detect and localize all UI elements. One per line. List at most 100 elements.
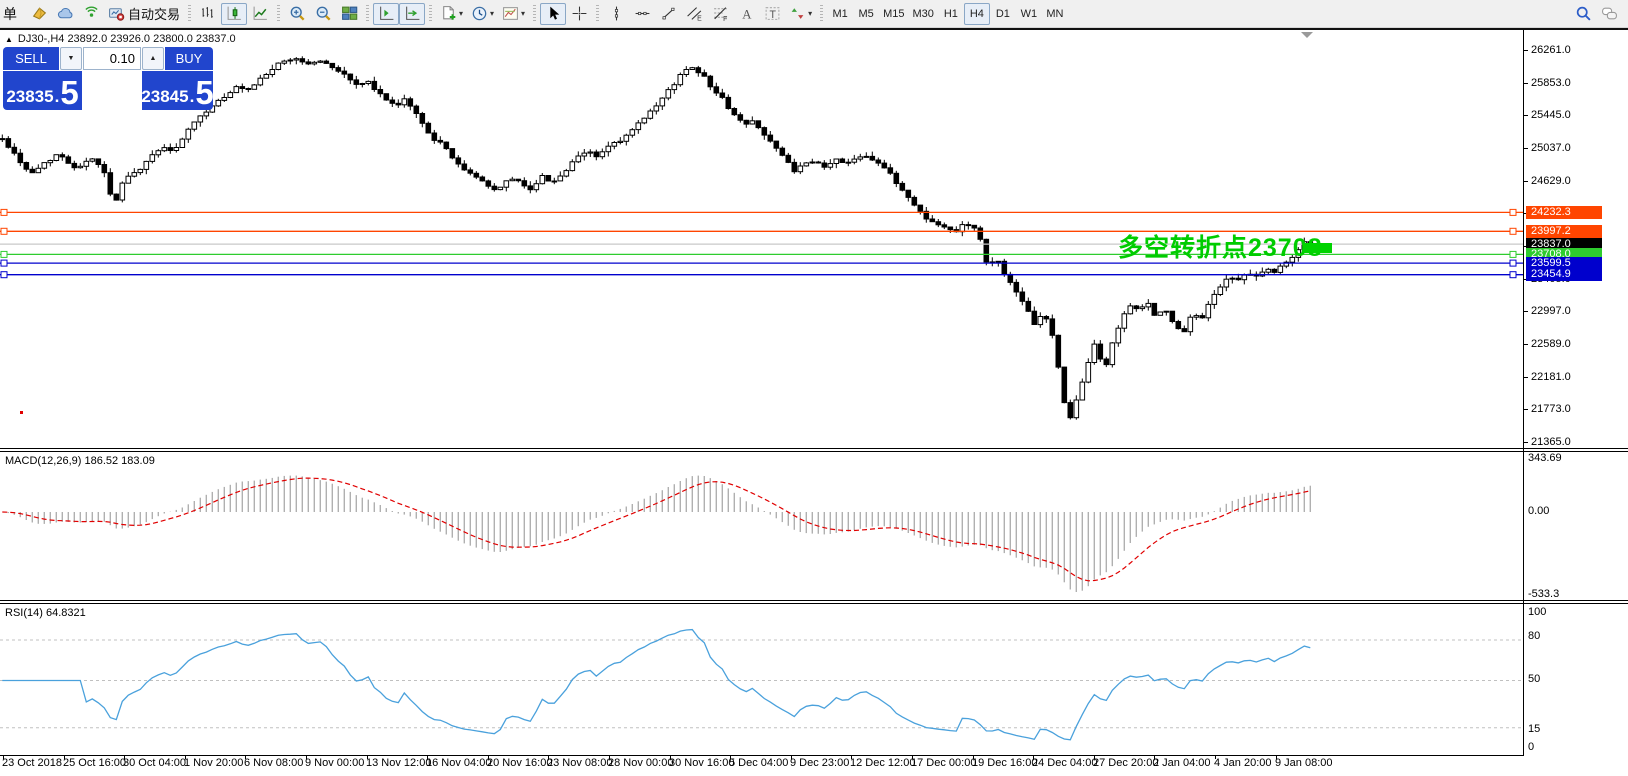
candle-body [174, 148, 179, 151]
line-handle[interactable] [1, 228, 7, 234]
candle-body [168, 148, 173, 151]
text-button[interactable]: A [733, 3, 759, 25]
cursor-button[interactable] [540, 3, 566, 25]
news-button[interactable] [52, 3, 78, 25]
time-tick-label: 1 Nov 20:00 [184, 757, 243, 769]
vertical-line-button[interactable] [603, 3, 629, 25]
timeframe-h4-button[interactable]: H4 [964, 3, 990, 25]
shift-chart-button[interactable] [373, 3, 399, 25]
trendline-button[interactable] [655, 3, 681, 25]
candle-body [522, 181, 527, 186]
green-rectangle-object[interactable] [1303, 243, 1332, 253]
volume-down-button[interactable]: ▼ [60, 47, 82, 70]
time-tick-label: 28 Nov 00:00 [608, 757, 673, 769]
candle-body [708, 76, 713, 87]
buy-button[interactable]: BUY [165, 47, 213, 70]
panel-separator[interactable] [0, 600, 1628, 604]
candle-body [228, 93, 233, 98]
buy-price-button[interactable]: 23845.5 [142, 71, 213, 110]
candle-body [1194, 316, 1199, 318]
timeframe-m15-button[interactable]: M15 [879, 3, 908, 25]
macd-axis-label: -533.3 [1528, 588, 1559, 600]
candle-body [252, 85, 257, 89]
timeframe-d1-button[interactable]: D1 [990, 3, 1016, 25]
timeframe-w1-button[interactable]: W1 [1016, 3, 1042, 25]
autotrade-button[interactable]: 自动交易 [104, 3, 184, 25]
line-handle[interactable] [1, 251, 7, 257]
fibonacci-button[interactable]: F [707, 3, 733, 25]
line-handle[interactable] [1510, 260, 1516, 266]
candle-body [1032, 311, 1037, 324]
candle-body [408, 99, 413, 106]
candle-body [372, 81, 377, 89]
candle-body [846, 162, 851, 163]
line-handle[interactable] [1510, 251, 1516, 257]
sell-button[interactable]: SELL [3, 47, 59, 70]
candle-body [1152, 303, 1157, 315]
timeframe-m1-button[interactable]: M1 [827, 3, 853, 25]
chat-button[interactable] [1596, 3, 1622, 25]
line-handle[interactable] [1, 272, 7, 278]
candle-body [654, 106, 659, 111]
time-tick-label: 19 Dec 16:00 [972, 757, 1037, 769]
price-tick-mark [1524, 409, 1528, 410]
new-order-partial[interactable]: 单 [0, 3, 26, 25]
candle-body [360, 84, 365, 85]
line-handle[interactable] [1510, 209, 1516, 215]
rsi-axis-label: 50 [1528, 673, 1540, 685]
text-label-button[interactable]: T [759, 3, 785, 25]
deposit-button[interactable] [26, 3, 52, 25]
zoom-out-button[interactable] [310, 3, 336, 25]
line-handle[interactable] [1, 209, 7, 215]
candle-body [504, 181, 509, 187]
timeframe-m5-button[interactable]: M5 [853, 3, 879, 25]
volume-up-button[interactable]: ▲ [142, 47, 164, 70]
sell-price-button[interactable]: 23835.5 [3, 71, 82, 110]
volume-input[interactable] [84, 51, 140, 66]
candle-body [1278, 266, 1283, 272]
line-handle[interactable] [1510, 272, 1516, 278]
timeframe-h1-button[interactable]: H1 [938, 3, 964, 25]
candle-body [1218, 287, 1223, 295]
candlestick-button[interactable] [221, 3, 247, 25]
candle-body [450, 149, 455, 158]
candle-body [282, 61, 287, 63]
channel-button[interactable]: E [681, 3, 707, 25]
timeframe-m30-button[interactable]: M30 [908, 3, 937, 25]
dropdown-caret-icon[interactable]: ▾ [808, 9, 812, 18]
crosshair-button[interactable] [566, 3, 592, 25]
signals-button[interactable] [78, 3, 104, 25]
auto-scroll-button[interactable] [399, 3, 425, 25]
dropdown-caret-icon[interactable]: ▾ [521, 9, 525, 18]
candle-body [1188, 317, 1193, 332]
candle-body [648, 111, 653, 118]
arrows-button[interactable]: ▾ [785, 3, 816, 25]
rsi-panel[interactable] [0, 605, 1524, 754]
candle-body [1224, 279, 1229, 287]
time-tick-mark [185, 755, 186, 759]
line-chart-button[interactable] [247, 3, 273, 25]
chart-annotation-text[interactable]: 多空转折点23708 [1118, 228, 1323, 264]
horizontal-line-button[interactable] [629, 3, 655, 25]
dropdown-caret-icon[interactable]: ▾ [459, 9, 463, 18]
candle-body [570, 162, 575, 171]
tile-windows-button[interactable] [336, 3, 362, 25]
zoom-in-button[interactable] [284, 3, 310, 25]
panel-separator[interactable] [0, 448, 1628, 452]
candle-body [192, 122, 197, 129]
templates-button[interactable]: ▾ [498, 3, 529, 25]
candle-body [132, 173, 137, 177]
sell-price-big-digit: 5 [60, 79, 78, 107]
candle-body [744, 120, 749, 124]
macd-panel[interactable] [0, 453, 1524, 599]
line-handle[interactable] [1510, 228, 1516, 234]
bar-chart-button[interactable] [195, 3, 221, 25]
search-button[interactable] [1570, 3, 1596, 25]
indicators-button[interactable]: ▾ [436, 3, 467, 25]
fibo-icon: F [712, 5, 729, 22]
line-handle[interactable] [1, 260, 7, 266]
candle-body [750, 121, 755, 124]
timeframe-mn-button[interactable]: MN [1042, 3, 1068, 25]
dropdown-caret-icon[interactable]: ▾ [490, 9, 494, 18]
periods-button[interactable]: ▾ [467, 3, 498, 25]
